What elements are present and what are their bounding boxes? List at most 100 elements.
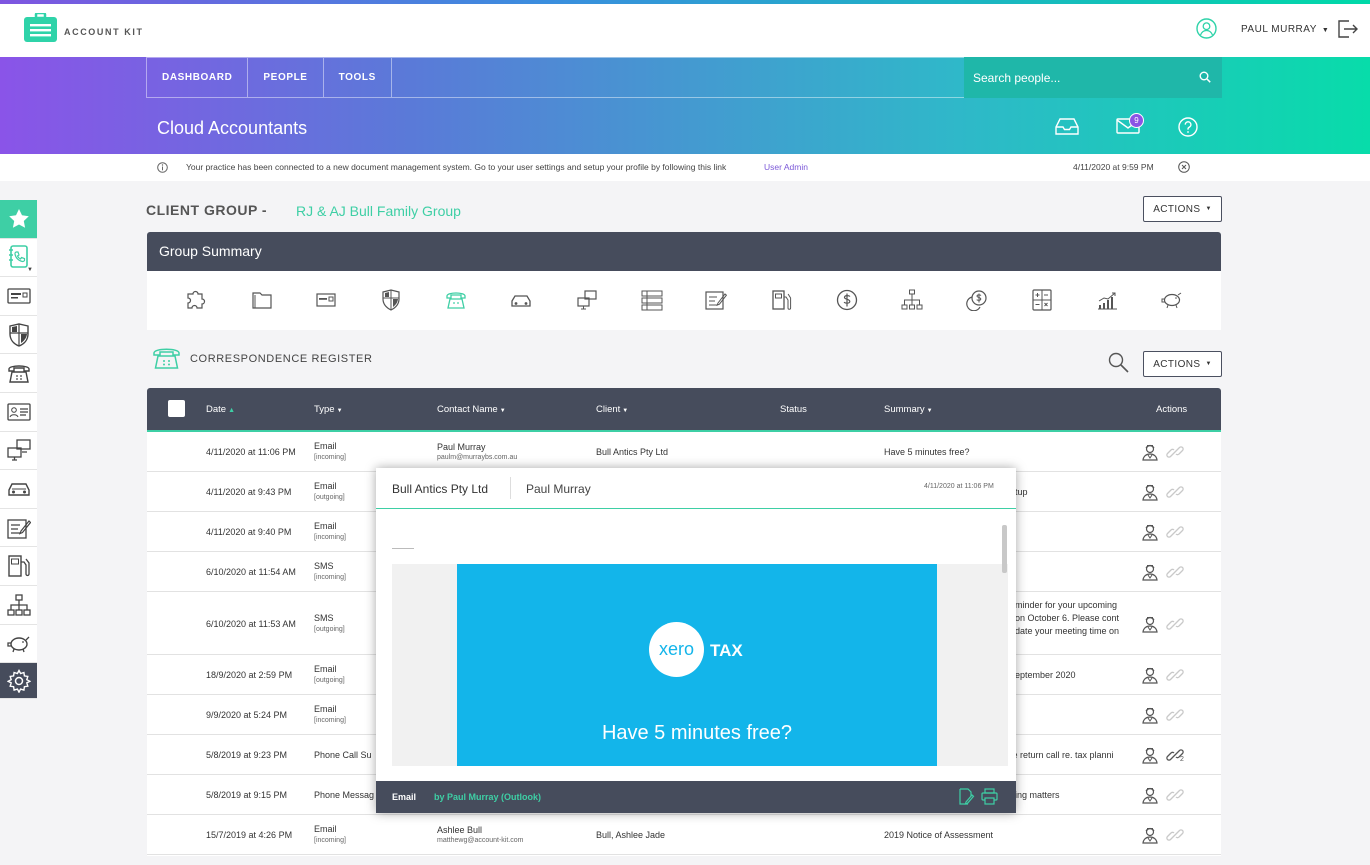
fuel-icon[interactable] <box>771 289 793 311</box>
sidebar-structure[interactable] <box>0 585 37 625</box>
column-client[interactable]: Client ▼ <box>596 404 628 415</box>
register-actions-button[interactable]: ACTIONS ▼ <box>1143 351 1222 377</box>
select-all-checkbox[interactable] <box>168 400 185 417</box>
row-summary-line: date your meeting time on <box>1015 625 1120 636</box>
computers-icon[interactable] <box>576 289 598 311</box>
user-icon[interactable] <box>1196 18 1217 39</box>
row-summary-line: on October 6. Please cont <box>1015 612 1120 623</box>
popup-type: Email <box>392 792 417 802</box>
sidebar-favorites[interactable] <box>0 200 37 239</box>
assign-person-icon[interactable] <box>1141 483 1159 501</box>
coins-icon[interactable] <box>966 289 988 311</box>
inbox-tray-icon[interactable] <box>1055 118 1079 135</box>
notice-link[interactable]: User Admin <box>764 162 808 172</box>
nav-people[interactable]: PEOPLE <box>248 58 324 97</box>
car-icon[interactable] <box>510 289 532 311</box>
attachment-link-icon[interactable] <box>1166 615 1184 633</box>
sidebar-telephone[interactable] <box>0 354 37 393</box>
list-icon[interactable] <box>641 289 663 311</box>
assign-person-icon[interactable] <box>1141 746 1159 764</box>
client-group-actions-button[interactable]: ACTIONS ▼ <box>1143 196 1222 222</box>
puzzle-icon[interactable] <box>185 289 207 311</box>
print-icon[interactable] <box>981 788 998 805</box>
bar-chart-icon[interactable] <box>1096 289 1118 311</box>
assign-person-icon[interactable] <box>1141 615 1159 633</box>
assign-person-icon[interactable] <box>1141 706 1159 724</box>
assign-person-icon[interactable] <box>1141 563 1159 581</box>
client-group-name[interactable]: RJ & AJ Bull Family Group <box>296 203 461 219</box>
org-chart-icon[interactable] <box>901 289 923 311</box>
table-row[interactable]: 4/11/2020 at 11:06 PM Email [incoming] Paul… <box>147 432 1221 472</box>
row-type: Phone Call Su <box>314 750 372 760</box>
caret-down-icon: ▼ <box>27 267 33 274</box>
search-icon[interactable] <box>1108 352 1129 373</box>
sidebar-profile[interactable] <box>0 392 37 432</box>
row-type: SMS <box>314 612 334 623</box>
attachment-link-icon[interactable] <box>1166 523 1184 541</box>
attachment-link-icon[interactable] <box>1166 706 1184 724</box>
search-input[interactable] <box>973 70 1183 85</box>
assign-person-icon[interactable] <box>1141 666 1159 684</box>
sidebar-vehicles[interactable] <box>0 470 37 509</box>
row-date: 5/8/2019 at 9:23 PM <box>206 750 288 760</box>
shield-icon[interactable] <box>380 289 402 311</box>
column-summary[interactable]: Summary ▼ <box>884 404 933 415</box>
column-actions: Actions <box>1156 404 1188 415</box>
nav-dashboard[interactable]: DASHBOARD <box>147 58 249 97</box>
column-contact[interactable]: Contact Name ▼ <box>437 404 506 415</box>
mail-count-badge: 9 <box>1129 113 1144 128</box>
group-summary-header: Group Summary <box>147 232 1221 271</box>
xero-tax-label: TAX <box>710 641 743 660</box>
sidebar-shield[interactable] <box>0 315 37 355</box>
telephone-icon[interactable] <box>445 289 467 311</box>
popup-scrollbar[interactable] <box>1002 525 1007 573</box>
dollar-icon[interactable] <box>836 289 858 311</box>
user-menu[interactable]: PAUL MURRAY ▼ <box>1241 24 1329 35</box>
attachment-link-icon[interactable] <box>1166 826 1184 844</box>
nav-tools[interactable]: TOOLS <box>324 58 392 97</box>
sidebar-id-card[interactable] <box>0 277 37 316</box>
attachment-link-icon[interactable] <box>1166 666 1184 684</box>
assign-person-icon[interactable] <box>1141 786 1159 804</box>
logout-icon[interactable] <box>1337 18 1358 40</box>
attachment-link-icon[interactable] <box>1166 443 1184 461</box>
row-contact-email: paulm@murraybs.com.au <box>437 454 518 461</box>
caret-down-icon: ▼ <box>499 408 506 414</box>
column-status[interactable]: Status <box>780 404 807 415</box>
help-icon[interactable] <box>1178 117 1198 137</box>
account-kit-logo-icon[interactable] <box>24 13 57 42</box>
practice-name: Cloud Accountants <box>157 118 308 138</box>
piggy-bank-icon[interactable] <box>1161 289 1183 311</box>
close-icon[interactable] <box>1178 161 1190 173</box>
column-type[interactable]: Type ▼ <box>314 404 343 415</box>
sidebar-forms[interactable] <box>0 508 37 548</box>
edit-form-icon[interactable] <box>705 289 727 311</box>
sidebar-fuel[interactable] <box>0 547 37 586</box>
row-direction: [incoming] <box>314 454 346 461</box>
assign-person-icon[interactable] <box>1141 523 1159 541</box>
edit-document-icon[interactable] <box>958 788 975 805</box>
sidebar-computers[interactable] <box>0 431 37 471</box>
calculator-icon[interactable] <box>1031 289 1053 311</box>
info-icon <box>157 162 168 173</box>
search-icon[interactable] <box>1199 71 1211 83</box>
sidebar-savings[interactable] <box>0 624 37 664</box>
notice-timestamp: 4/11/2020 at 9:59 PM <box>1073 162 1154 172</box>
app-name: ACCOUNT KIT <box>64 27 144 37</box>
table-row[interactable]: 15/7/2019 at 4:26 PM Email [incoming] Ashle… <box>147 815 1221 855</box>
row-date: 4/11/2020 at 9:43 PM <box>206 487 292 497</box>
column-date[interactable]: Date ▲ <box>206 404 235 415</box>
id-card-icon[interactable] <box>315 289 337 311</box>
attachment-link-icon[interactable] <box>1166 563 1184 581</box>
row-type: SMS <box>314 561 334 571</box>
assign-person-icon[interactable] <box>1141 826 1159 844</box>
folder-icon[interactable] <box>251 289 273 311</box>
register-table-header: Date ▲ Type ▼ Contact Name ▼ Client ▼ Status… <box>147 388 1221 432</box>
user-name: PAUL MURRAY <box>1241 24 1317 35</box>
sidebar-contacts[interactable]: ▼ <box>0 238 37 278</box>
assign-person-icon[interactable] <box>1141 443 1159 461</box>
sidebar-settings[interactable] <box>0 663 37 700</box>
attachment-link-icon[interactable] <box>1166 786 1184 804</box>
id-card-icon <box>6 287 31 305</box>
attachment-link-icon[interactable] <box>1166 483 1184 501</box>
